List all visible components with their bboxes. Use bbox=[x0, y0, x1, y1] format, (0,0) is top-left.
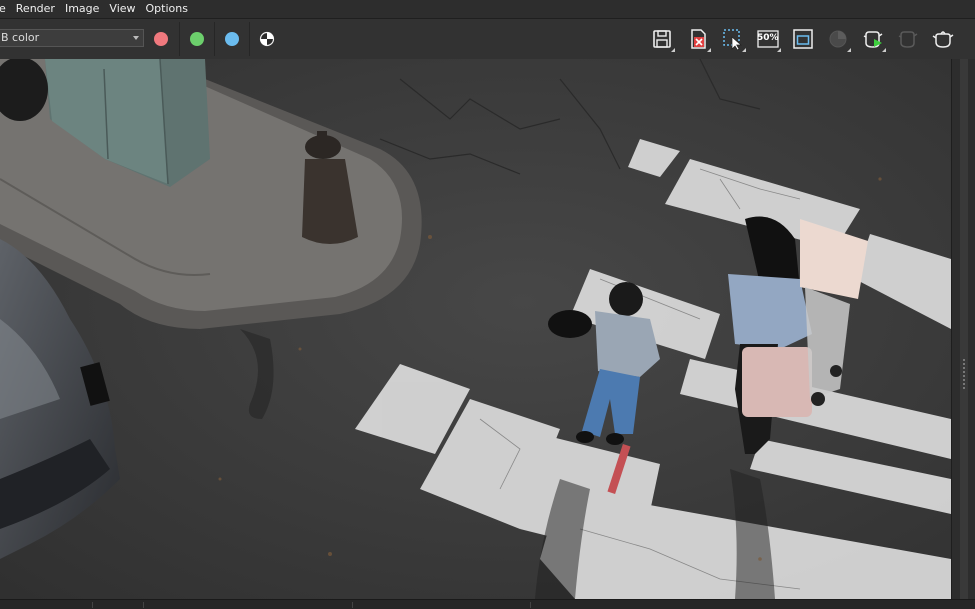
blue-dot-icon bbox=[224, 32, 239, 46]
green-dot-icon bbox=[189, 32, 204, 46]
scrollbar-thumb[interactable] bbox=[960, 59, 968, 599]
channel-display-value: B color bbox=[1, 31, 40, 44]
dropdown-corner-icon bbox=[777, 48, 781, 52]
zoom-label: 50% bbox=[757, 33, 779, 43]
frame-buffer-toolbar: B color 50% bbox=[0, 19, 975, 59]
chevron-down-icon bbox=[133, 36, 139, 40]
status-divider bbox=[530, 602, 531, 608]
display-correction-button[interactable] bbox=[824, 25, 852, 53]
alpha-channel-button[interactable] bbox=[249, 22, 283, 56]
stop-render-icon bbox=[898, 31, 918, 48]
dropdown-corner-icon bbox=[671, 48, 675, 52]
status-divider bbox=[352, 602, 353, 608]
status-divider bbox=[92, 602, 93, 608]
stop-render-button[interactable] bbox=[894, 25, 922, 53]
channel-display-select[interactable]: B color bbox=[0, 29, 144, 47]
region-render-button[interactable] bbox=[719, 25, 747, 53]
fit-window-icon bbox=[793, 29, 813, 49]
red-channel-button[interactable] bbox=[144, 22, 178, 56]
fit-window-button[interactable] bbox=[789, 25, 817, 53]
render-teapot-button[interactable] bbox=[929, 25, 957, 53]
vertical-scrollbar[interactable] bbox=[951, 59, 975, 599]
render-canvas[interactable] bbox=[0, 59, 951, 599]
dropdown-corner-icon bbox=[882, 48, 886, 52]
menu-item-options[interactable]: Options bbox=[146, 0, 194, 18]
menu-item-view[interactable]: View bbox=[109, 0, 141, 18]
teapot-icon bbox=[932, 31, 954, 48]
blue-channel-button[interactable] bbox=[214, 22, 248, 56]
rendered-street-image bbox=[0, 59, 951, 599]
red-dot-icon bbox=[154, 32, 168, 46]
tote-bag bbox=[742, 347, 812, 417]
dropdown-corner-icon bbox=[742, 48, 746, 52]
scroll-grip-icon bbox=[963, 359, 965, 389]
clear-image-button[interactable] bbox=[684, 25, 712, 53]
save-image-button[interactable] bbox=[648, 25, 676, 53]
zoom-level-button[interactable]: 50% bbox=[754, 25, 782, 53]
menu-bar: e Render Image View Options bbox=[0, 0, 975, 18]
menu-item-edit[interactable]: e bbox=[0, 0, 12, 18]
menu-item-image[interactable]: Image bbox=[65, 0, 105, 18]
start-render-button[interactable] bbox=[859, 25, 887, 53]
dropdown-corner-icon bbox=[707, 48, 711, 52]
green-channel-button[interactable] bbox=[179, 22, 213, 56]
alpha-icon bbox=[259, 31, 274, 47]
dropdown-corner-icon bbox=[847, 48, 851, 52]
status-bar bbox=[0, 599, 975, 609]
status-divider bbox=[143, 602, 144, 608]
menu-item-render[interactable]: Render bbox=[16, 0, 61, 18]
